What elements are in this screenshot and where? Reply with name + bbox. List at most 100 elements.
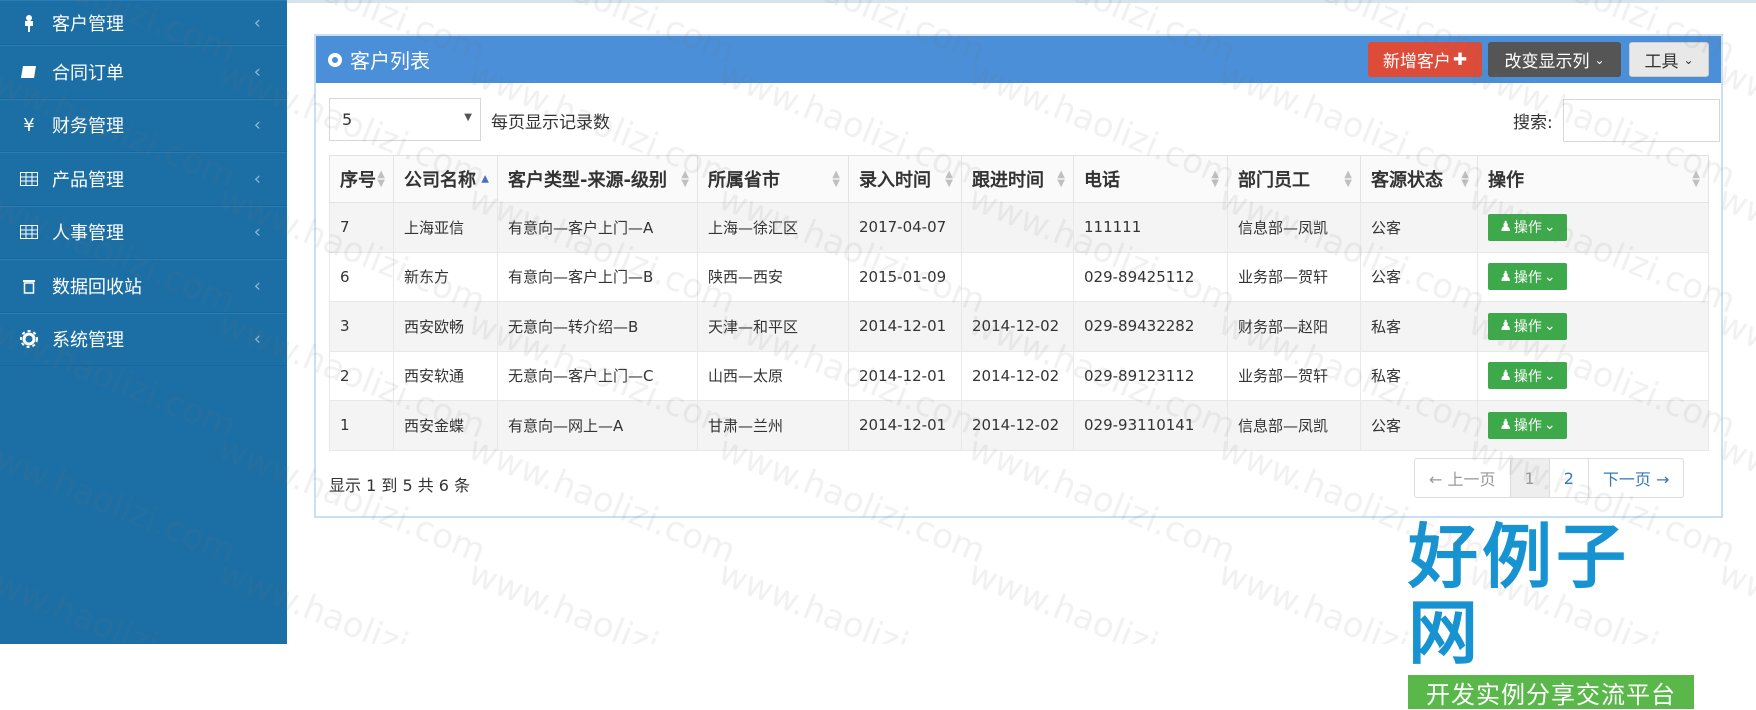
page-size-label: 每页显示记录数 [491, 113, 610, 133]
table-cell: 无意向—转介绍—B [497, 301, 698, 352]
sort-icon: ▲ ▼ [1057, 169, 1065, 189]
sort-icon: ▲ ▼ [1211, 169, 1219, 189]
column-header-phone[interactable]: 电话 ▲ ▼ [1073, 155, 1228, 203]
add-customer-button[interactable]: 新增客户 ✚ [1368, 42, 1482, 77]
circle-icon [328, 52, 342, 67]
table-cell [961, 202, 1074, 253]
table-cell: 2015-01-09 [848, 251, 962, 302]
table-cell: 西安软通 [393, 350, 498, 401]
table-cell: 西安金蝶 [393, 400, 498, 451]
sidebar-item-recycle-bin[interactable]: 数据回收站 ‹ [0, 259, 287, 313]
page-size-select[interactable]: 5 ▼ [329, 98, 481, 141]
sidebar-item-contracts[interactable]: 合同订单 ‹ [0, 45, 287, 99]
chevron-down-icon: ⌄ [1594, 52, 1605, 67]
table-cell: 2017-04-07 [848, 202, 962, 253]
logo-subtitle: 开发实例分享交流平台 [1408, 675, 1694, 709]
tools-label: 工具 [1644, 52, 1679, 72]
chevron-down-icon: ⌄ [1683, 52, 1694, 67]
table-cell: 2014-12-02 [961, 301, 1074, 352]
table-cell: 有意向—网上—A [497, 400, 698, 451]
next-page-button[interactable]: 下一页 → [1589, 459, 1684, 497]
grid-icon [18, 171, 40, 186]
table-cell: 029-89432282 [1073, 301, 1228, 352]
column-header-company[interactable]: 公司名称 ▲ [393, 155, 498, 203]
table-row: 6 新东方 有意向—客户上门—B 陕西—西安 2015-01-09 029-8942511… [329, 251, 1709, 302]
row-action-button[interactable]: ♟ 操作 ⌄ [1488, 213, 1567, 241]
sidebar-item-label: 人事管理 [52, 223, 124, 245]
sidebar-item-system[interactable]: 系统管理 ‹ [0, 312, 287, 366]
table-cell: 无意向—客户上门—C [497, 350, 698, 401]
panel-title: 客户列表 [328, 36, 430, 83]
table-cell: 3 [329, 301, 394, 352]
table-row: 3 西安欧畅 无意向—转介绍—B 天津—和平区 2014-12-01 2014-12-02… [329, 301, 1709, 352]
table-cell: 2014-12-01 [848, 301, 962, 352]
prev-page-button[interactable]: ← 上一页 [1415, 459, 1511, 497]
table-cell: 西安欧畅 [393, 301, 498, 352]
row-action-button[interactable]: ♟ 操作 ⌄ [1488, 263, 1567, 291]
chevron-left-icon: ‹ [253, 328, 261, 350]
pin-icon [18, 14, 40, 32]
user-icon: ♟ [1499, 219, 1512, 236]
row-action-label: 操作 [1513, 418, 1542, 435]
sidebar-item-label: 产品管理 [52, 169, 124, 191]
row-action-button[interactable]: ♟ 操作 ⌄ [1488, 362, 1567, 390]
sidebar: 客户管理 ‹ 合同订单 ‹ ¥ 财务管理 ‹ 产品管理 ‹ 人事管理 ‹ 数据回… [0, 0, 287, 644]
plus-icon: ✚ [1452, 49, 1468, 70]
row-action-button[interactable]: ♟ 操作 ⌄ [1488, 312, 1567, 340]
tools-button[interactable]: 工具 ⌄ [1629, 42, 1709, 77]
column-header-created[interactable]: 录入时间 ▲ ▼ [848, 155, 962, 203]
page-button-1[interactable]: 1 [1510, 459, 1550, 497]
sidebar-item-label: 系统管理 [52, 330, 124, 352]
row-action-label: 操作 [1513, 368, 1542, 385]
customer-list-panel: 客户列表 新增客户 ✚ 改变显示列 ⌄ 工具 ⌄ 5 ▼ 每页显示记录数 搜索: [314, 34, 1723, 518]
table-cell: ♟ 操作 ⌄ [1477, 251, 1709, 302]
yen-icon: ¥ [23, 114, 35, 136]
sidebar-item-customers[interactable]: 客户管理 ‹ [0, 0, 287, 45]
change-columns-button[interactable]: 改变显示列 ⌄ [1488, 42, 1621, 77]
book-icon [18, 64, 40, 80]
sidebar-item-products[interactable]: 产品管理 ‹ [0, 152, 287, 206]
table-cell: 2014-12-02 [961, 400, 1074, 451]
chevron-down-icon: ⌄ [1543, 318, 1556, 335]
table-cell: 029-89123112 [1073, 350, 1228, 401]
sidebar-item-label: 合同订单 [52, 62, 124, 84]
search-input[interactable] [1563, 99, 1720, 142]
sidebar-item-finance[interactable]: ¥ 财务管理 ‹ [0, 98, 287, 152]
table-cell: 2014-12-02 [961, 350, 1074, 401]
table-cell: ♟ 操作 ⌄ [1477, 301, 1709, 352]
table-cell: 029-89425112 [1073, 251, 1228, 302]
user-icon: ♟ [1499, 268, 1512, 285]
search-label: 搜索: [1513, 113, 1553, 133]
table-cell: 财务部—赵阳 [1227, 301, 1361, 352]
chevron-down-icon: ⌄ [1543, 219, 1556, 236]
logo-title: 好例子网 [1408, 516, 1630, 674]
column-header-status[interactable]: 客源状态 ▲ ▼ [1360, 155, 1478, 203]
table-cell: 陕西—西安 [697, 251, 849, 302]
column-header-followup[interactable]: 跟进时间 ▲ ▼ [961, 155, 1074, 203]
sort-icon: ▲ ▼ [377, 169, 385, 189]
column-header-region[interactable]: 所属省市 ▲ ▼ [697, 155, 849, 203]
table-cell: 山西—太原 [697, 350, 849, 401]
table-cell: 上海亚信 [393, 202, 498, 253]
table-cell: ♟ 操作 ⌄ [1477, 350, 1709, 401]
column-header-type[interactable]: 客户类型-来源-级别 ▲ ▼ [497, 155, 698, 203]
column-header-index[interactable]: 序号 ▲ ▼ [329, 155, 394, 203]
column-header-staff[interactable]: 部门员工 ▲ ▼ [1227, 155, 1361, 203]
page-button-2[interactable]: 2 [1550, 459, 1589, 497]
sort-icon: ▲ ▼ [1344, 169, 1352, 189]
table-cell: 公客 [1360, 251, 1478, 302]
top-divider [287, 0, 1756, 3]
caret-down-icon: ▼ [464, 112, 472, 123]
row-action-button[interactable]: ♟ 操作 ⌄ [1488, 411, 1567, 439]
sort-icon: ▲ ▼ [681, 169, 689, 189]
sidebar-item-label: 财务管理 [52, 116, 124, 138]
table-cell: 2014-12-01 [848, 400, 962, 451]
table-cell: 天津—和平区 [697, 301, 849, 352]
table-row: 2 西安软通 无意向—客户上门—C 山西—太原 2014-12-01 2014-12-02… [329, 350, 1709, 401]
table-cell: 甘肃—兰州 [697, 400, 849, 451]
sidebar-item-hr[interactable]: 人事管理 ‹ [0, 205, 287, 259]
add-customer-label: 新增客户 [1382, 52, 1451, 72]
table-cell: ♟ 操作 ⌄ [1477, 202, 1709, 253]
table-body: 7 上海亚信 有意向—客户上门—A 上海—徐汇区 2017-04-07 111111 信息部… [329, 202, 1709, 451]
table-cell [961, 251, 1074, 302]
